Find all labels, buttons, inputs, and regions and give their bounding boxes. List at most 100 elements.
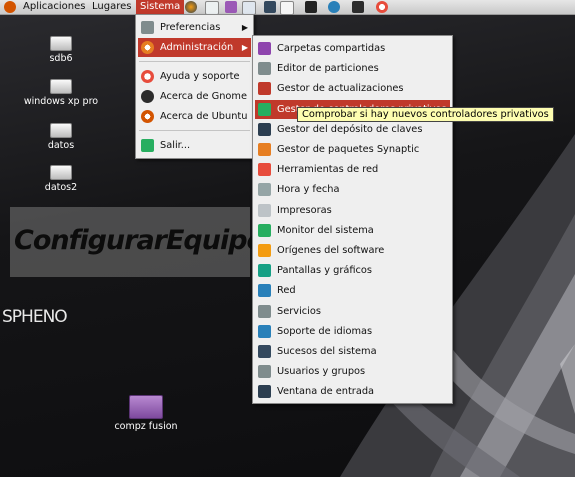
menu-item-acerca-gnome[interactable]: Acerca de Gnome — [138, 87, 251, 106]
drive-label: datos — [47, 140, 75, 151]
admin-item-red[interactable]: Red — [255, 281, 450, 300]
lifesaver-icon — [141, 70, 154, 83]
gnome-icon — [141, 90, 154, 103]
admin-item-monitor-del-sistema[interactable]: Monitor del sistema — [255, 221, 450, 240]
keyring-icon — [258, 122, 271, 136]
menu-item-label: Impresoras — [277, 204, 332, 216]
admin-item-herramientas-de-red[interactable]: Herramientas de red — [255, 160, 450, 179]
ubuntu-icon — [4, 1, 16, 13]
admin-item-servicios[interactable]: Servicios — [255, 302, 450, 321]
settings-icon[interactable] — [264, 1, 276, 13]
admin-item-ventana-de-entrada[interactable]: Ventana de entrada — [255, 382, 450, 401]
drive-label: sdb6 — [49, 53, 73, 64]
drive-icon — [50, 165, 72, 180]
mail-icon[interactable] — [205, 1, 219, 15]
inkscape-icon[interactable] — [280, 1, 294, 15]
menu-item-ayuda[interactable]: Ayuda y soporte — [138, 67, 251, 86]
synaptic-icon — [258, 143, 271, 156]
menu-item-label: Editor de particiones — [277, 63, 379, 75]
menu-item-label: Servicios — [277, 305, 321, 317]
menu-item-administracion[interactable]: Administración ▶ — [138, 38, 251, 57]
drive-icon-datos2[interactable]: datos2 — [16, 165, 106, 193]
logo-band: ConfigurarEquipos — [10, 207, 280, 277]
drive-icon — [50, 36, 72, 51]
menu-item-label: Administración — [160, 42, 234, 53]
admin-item-gestor-del-dep-sito-de-claves[interactable]: Gestor del depósito de claves — [255, 120, 450, 139]
menu-item-label: Carpetas compartidas — [277, 43, 386, 54]
tooltip: Comprobar si hay nuevos controladores pr… — [297, 107, 554, 122]
display-icon — [258, 264, 271, 278]
menu-item-salir[interactable]: Salir... — [138, 136, 251, 155]
partition-editor-icon — [258, 62, 271, 76]
services-icon — [258, 304, 271, 318]
menu-aplicaciones[interactable]: Aplicaciones — [19, 0, 89, 14]
system-monitor-icon — [258, 223, 271, 237]
preferences-icon — [141, 21, 154, 34]
drive-icon-datos[interactable]: datos — [16, 123, 106, 151]
update-manager-icon — [258, 82, 271, 96]
menu-separator — [139, 130, 250, 131]
folder-compz-fusion[interactable]: compz fusion — [101, 395, 191, 432]
drive-icon — [50, 79, 72, 94]
lifesaver-icon[interactable] — [376, 1, 388, 13]
menu-separator — [139, 61, 250, 62]
admin-item-gestor-de-actualizaciones[interactable]: Gestor de actualizaciones — [255, 79, 450, 98]
login-window-icon — [258, 385, 271, 399]
submenu-arrow-icon: ▶ — [241, 43, 248, 52]
printer-icon — [258, 203, 271, 217]
firefox-icon[interactable] — [185, 1, 197, 13]
clock-icon — [258, 183, 271, 197]
wallpaper-title: SPHENO — [2, 307, 68, 327]
site-logo: ConfigurarEquipos — [14, 225, 280, 256]
menu-item-label: Usuarios y grupos — [277, 366, 366, 378]
admin-item-impresoras[interactable]: Impresoras — [255, 201, 450, 220]
menu-item-label: Pantallas y gráficos — [277, 265, 373, 277]
menu-item-preferencias[interactable]: Preferencias ▶ — [138, 18, 251, 37]
inkscape-alt-icon[interactable] — [305, 1, 317, 13]
document-icon[interactable] — [242, 1, 256, 15]
menu-item-label: Orígenes del software — [277, 245, 385, 256]
exit-icon — [141, 139, 154, 152]
admin-item-pantallas-y-gr-ficos[interactable]: Pantallas y gráficos — [255, 261, 450, 280]
admin-item-sucesos-del-sistema[interactable]: Sucesos del sistema — [255, 342, 450, 361]
help-icon[interactable] — [225, 1, 237, 13]
menu-item-label: Hora y fecha — [277, 184, 340, 196]
admin-item-hora-y-fecha[interactable]: Hora y fecha — [255, 180, 450, 199]
admin-item-or-genes-del-software[interactable]: Orígenes del software — [255, 241, 450, 260]
log-viewer-icon — [258, 345, 271, 358]
admin-item-editor-de-particiones[interactable]: Editor de particiones — [255, 59, 450, 78]
admin-item-soporte-de-idiomas[interactable]: Soporte de idiomas — [255, 322, 450, 341]
folder-icon — [129, 395, 163, 419]
menu-item-label: Soporte de idiomas — [277, 325, 373, 337]
drive-icon-sdb6[interactable]: sdb6 — [16, 36, 106, 64]
menu-item-label: Ventana de entrada — [277, 386, 375, 398]
menu-lugares[interactable]: Lugares — [88, 0, 135, 14]
top-panel: Aplicaciones Lugares Sistema — [0, 0, 575, 15]
sistema-menu: Preferencias ▶ Administración ▶ Ayuda y … — [135, 14, 254, 159]
menu-item-label: Sucesos del sistema — [277, 346, 377, 357]
language-icon — [258, 324, 271, 338]
clock-icon[interactable] — [328, 1, 340, 13]
admin-item-gestor-de-paquetes-synaptic[interactable]: Gestor de paquetes Synaptic — [255, 140, 450, 159]
menu-item-label: Gestor de actualizaciones — [277, 83, 404, 95]
menu-item-label: Herramientas de red — [277, 164, 379, 176]
menu-item-label: Preferencias — [160, 22, 221, 33]
network-tools-icon — [258, 163, 271, 177]
folder-label: compz fusion — [114, 421, 178, 432]
menu-item-label: Monitor del sistema — [277, 224, 374, 236]
submenu-arrow-icon: ▶ — [241, 23, 248, 32]
menu-item-acerca-ubuntu[interactable]: Acerca de Ubuntu — [138, 107, 251, 126]
drive-label: datos2 — [44, 182, 78, 193]
menu-sistema[interactable]: Sistema — [136, 0, 185, 14]
admin-item-usuarios-y-grupos[interactable]: Usuarios y grupos — [255, 362, 450, 381]
drive-icon-windows[interactable]: windows xp pro — [16, 79, 106, 107]
menu-item-label: Acerca de Ubuntu — [160, 111, 248, 122]
terminal-icon[interactable] — [352, 1, 364, 13]
menu-item-label: Gestor de paquetes Synaptic — [277, 144, 420, 155]
admin-item-carpetas-compartidas[interactable]: Carpetas compartidas — [255, 39, 450, 58]
menu-item-label: Acerca de Gnome — [160, 91, 247, 102]
administracion-menu: Carpetas compartidas Editor de particione… — [252, 35, 453, 404]
network-icon — [258, 284, 271, 298]
drive-icon — [50, 123, 72, 138]
software-sources-icon — [258, 244, 271, 257]
